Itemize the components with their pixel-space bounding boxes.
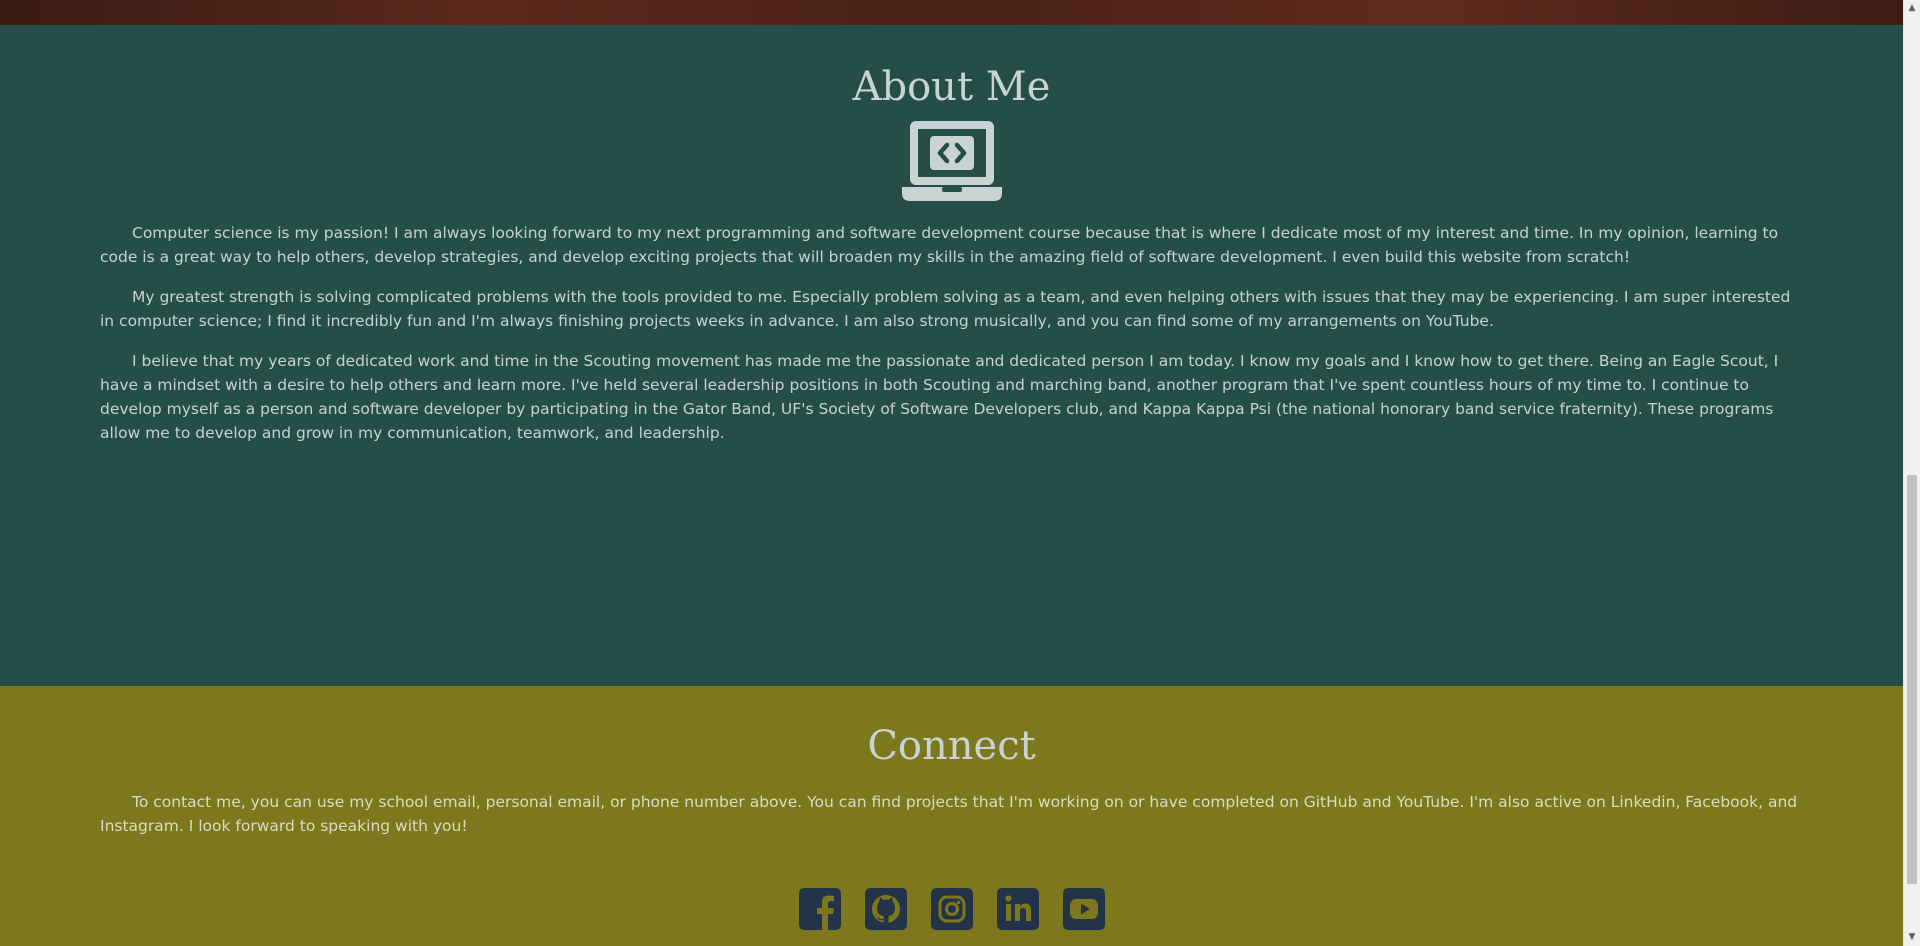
linkedin-icon[interactable] bbox=[996, 888, 1039, 930]
about-text: Computer science is my passion! I am alw… bbox=[100, 221, 1803, 445]
about-title: About Me bbox=[852, 64, 1051, 110]
scroll-thumb[interactable] bbox=[1907, 475, 1917, 884]
page: About Me Computer science is my passion!… bbox=[0, 0, 1920, 946]
about-paragraph: My greatest strength is solving complica… bbox=[100, 288, 1791, 330]
connect-section: Connect To contact me, you can use my sc… bbox=[0, 686, 1903, 946]
facebook-icon[interactable] bbox=[798, 888, 841, 930]
about-section: About Me Computer science is my passion!… bbox=[0, 25, 1903, 686]
connect-title: Connect bbox=[867, 723, 1036, 769]
github-icon[interactable] bbox=[864, 888, 907, 930]
connect-text: To contact me, you can use my school ema… bbox=[100, 790, 1803, 838]
scroll-down-arrow[interactable]: ▼ bbox=[1904, 929, 1920, 946]
connect-paragraph: To contact me, you can use my school ema… bbox=[100, 793, 1798, 835]
vertical-scrollbar[interactable]: ▲ ▼ bbox=[1903, 0, 1920, 946]
youtube-icon[interactable] bbox=[1062, 888, 1105, 930]
scroll-up-arrow[interactable]: ▲ bbox=[1904, 0, 1920, 17]
laptop-code-icon bbox=[901, 121, 1002, 201]
about-paragraph: I believe that my years of dedicated wor… bbox=[100, 352, 1779, 442]
about-paragraph: Computer science is my passion! I am alw… bbox=[100, 224, 1779, 266]
instagram-icon[interactable] bbox=[930, 888, 973, 930]
social-links bbox=[0, 888, 1903, 930]
header-banner-edge bbox=[0, 0, 1903, 25]
